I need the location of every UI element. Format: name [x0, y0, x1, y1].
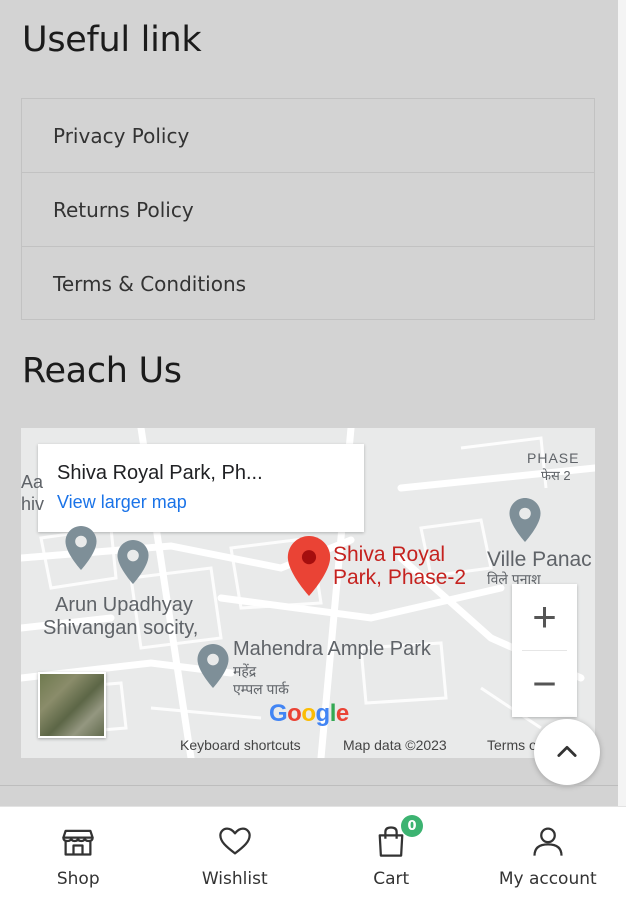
map-pin-icon[interactable] — [65, 526, 97, 570]
map-place-title: Shiva Royal Park, Ph... — [57, 462, 263, 484]
satellite-toggle[interactable] — [38, 672, 106, 738]
map-label-ville: Ville Panac — [487, 548, 592, 571]
map-data-attribution: Map data ©2023 — [343, 737, 447, 753]
scroll-to-top-button[interactable] — [534, 719, 600, 785]
nav-wishlist[interactable]: Wishlist — [157, 807, 314, 900]
map-pin-icon[interactable] — [197, 644, 229, 688]
reach-us-heading: Reach Us — [22, 351, 182, 391]
map-label-arun: Arun Upadhyay — [55, 594, 193, 616]
shop-icon — [62, 829, 94, 856]
map-label-mahendra: Mahendra Ample Park — [233, 638, 431, 660]
view-larger-map-link[interactable]: View larger map — [57, 492, 187, 513]
keyboard-shortcuts-link[interactable]: Keyboard shortcuts — [180, 737, 301, 753]
map-label-edge-1: Aa — [21, 472, 44, 492]
map-pin-label-line2: Park, Phase-2 — [333, 566, 467, 589]
user-icon — [533, 827, 563, 856]
map-label-mahendra-hindi-1: महेंद्र — [233, 663, 257, 679]
heart-icon — [219, 827, 251, 855]
google-logo: Google — [269, 700, 349, 727]
map-label-edge-2: hiv — [21, 494, 45, 514]
zoom-out-button[interactable]: − — [512, 651, 577, 717]
cart-count-badge: 0 — [401, 815, 423, 837]
returns-policy-link[interactable]: Returns Policy — [22, 173, 594, 247]
nav-shop[interactable]: Shop — [0, 807, 157, 900]
privacy-policy-link[interactable]: Privacy Policy — [22, 99, 594, 173]
location-pin-icon[interactable] — [287, 536, 331, 596]
map-pin-icon[interactable] — [509, 498, 541, 542]
nav-cart-label: Cart — [373, 869, 410, 889]
zoom-in-button[interactable]: + — [512, 584, 577, 650]
map-pin-label-line1: Shiva Royal — [333, 543, 446, 566]
useful-link-heading: Useful link — [22, 20, 202, 60]
map-place-card: Shiva Royal Park, Ph... View larger map — [38, 444, 364, 532]
nav-wishlist-label: Wishlist — [201, 869, 268, 889]
bottom-navigation: Shop Wishlist 0 Cart My account — [0, 806, 626, 900]
footer-divider — [0, 785, 618, 786]
embedded-map[interactable]: Shiva Royal Park, Ph... View larger map … — [21, 428, 595, 758]
map-label-phase: PHASE — [527, 450, 580, 466]
map-label-shivangan: Shivangan socity, — [43, 617, 199, 639]
nav-cart[interactable]: 0 Cart — [313, 807, 470, 900]
page-edge-strip — [618, 0, 626, 806]
terms-conditions-link[interactable]: Terms & Conditions — [22, 247, 594, 321]
nav-my-account[interactable]: My account — [470, 807, 626, 900]
map-label-mahendra-hindi-2: एम्पल पार्क — [233, 681, 289, 697]
useful-links-list: Privacy Policy Returns Policy Terms & Co… — [21, 98, 595, 320]
map-zoom-control: + − — [512, 584, 577, 717]
nav-my-account-label: My account — [498, 869, 597, 889]
map-pin-icon[interactable] — [117, 540, 149, 584]
nav-shop-label: Shop — [56, 869, 100, 889]
map-label-phase-hindi: फेस 2 — [541, 468, 571, 483]
chevron-up-icon — [557, 745, 577, 757]
